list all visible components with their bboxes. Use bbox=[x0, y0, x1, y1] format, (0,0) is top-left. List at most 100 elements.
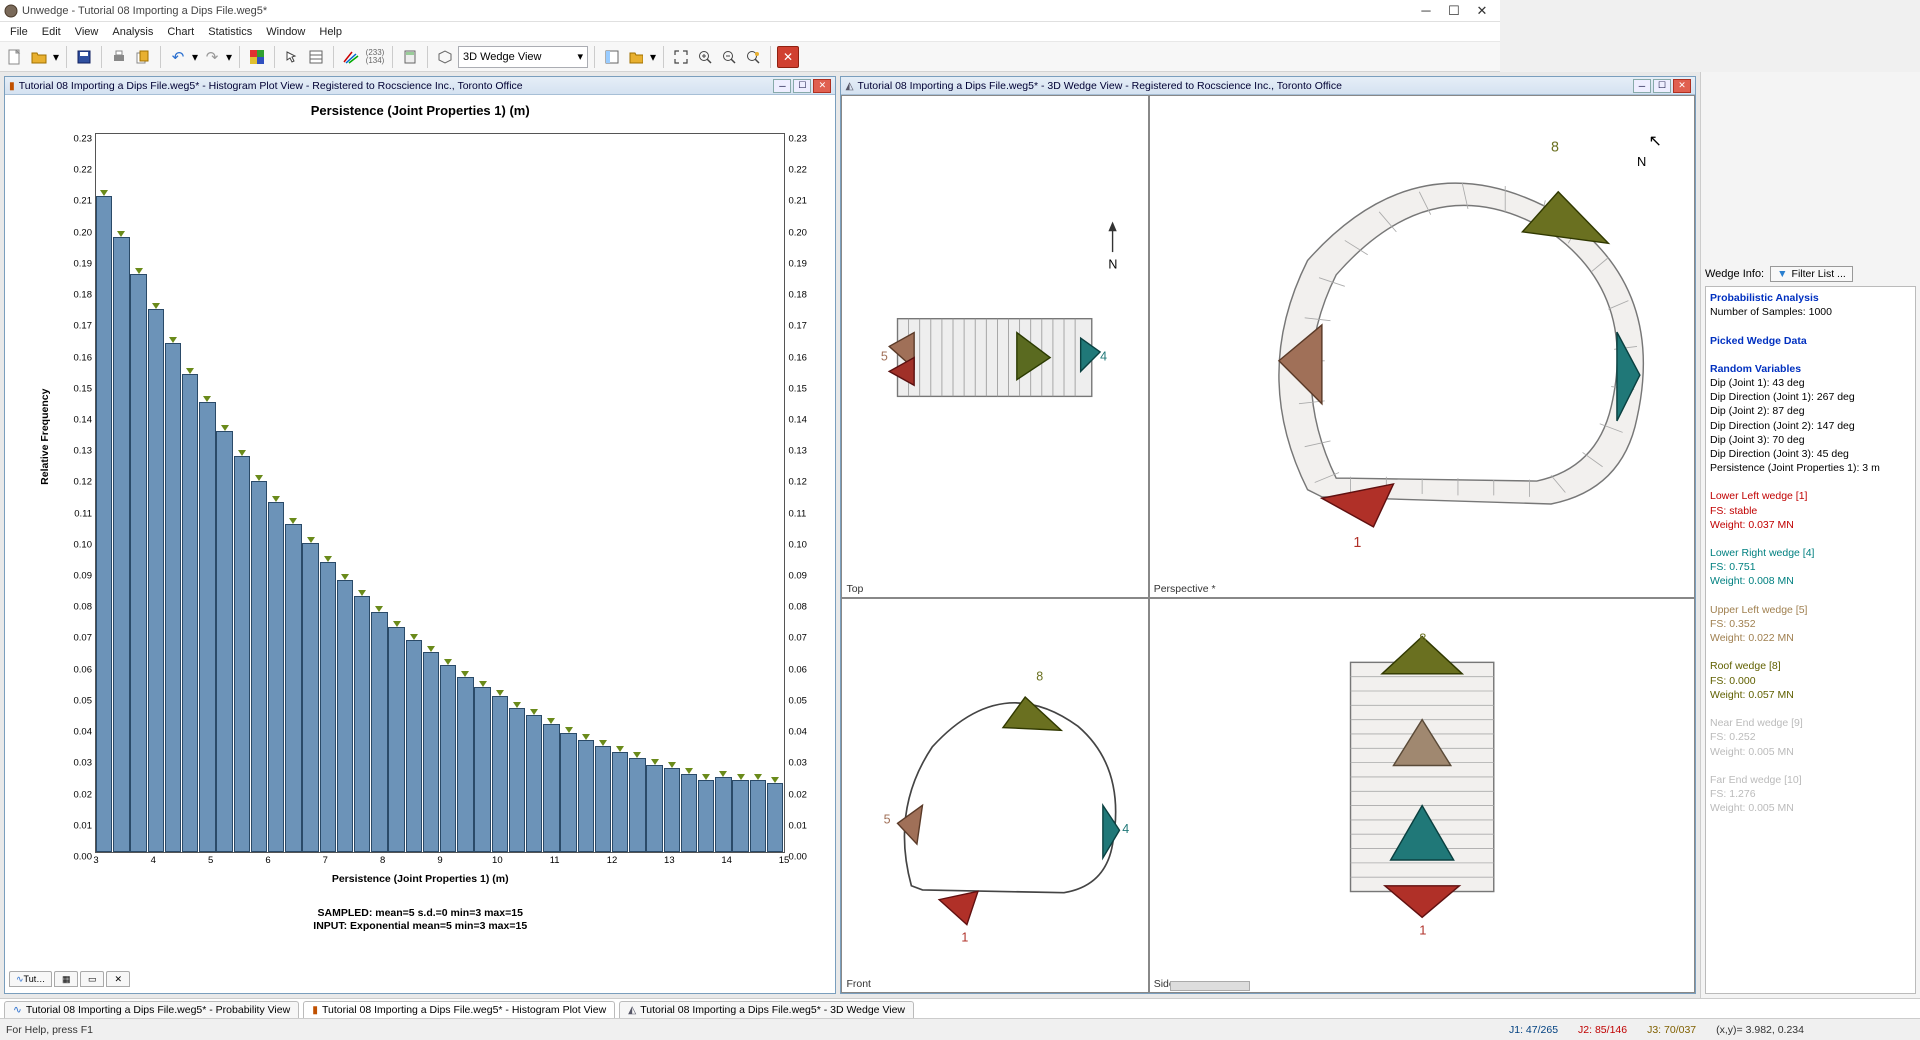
view-selector-combo[interactable]: 3D Wedge View▾ bbox=[458, 46, 588, 68]
stats-count-icon[interactable]: (233)(134) bbox=[364, 46, 386, 68]
panel-left-icon[interactable] bbox=[601, 46, 623, 68]
redo-dropdown-icon[interactable]: ▾ bbox=[225, 46, 233, 68]
table-icon[interactable] bbox=[305, 46, 327, 68]
inner-tab-tutorial[interactable]: ∿ Tut… bbox=[9, 971, 52, 987]
status-bar: For Help, press F1 J1: 47/265 J2: 85/146… bbox=[0, 1018, 1920, 1040]
view-side[interactable]: 8 1 Side bbox=[1149, 598, 1695, 993]
svg-text:8: 8 bbox=[1551, 140, 1559, 156]
inner-tab-tile[interactable]: ▦ bbox=[54, 971, 78, 987]
menu-analysis[interactable]: Analysis bbox=[106, 24, 159, 40]
window-close-button[interactable]: ✕ bbox=[1468, 1, 1496, 21]
app-icon bbox=[4, 4, 18, 18]
doc-tab-probability[interactable]: ∿Tutorial 08 Importing a Dips File.weg5*… bbox=[4, 1001, 299, 1018]
panel-dropdown-icon[interactable]: ▾ bbox=[649, 46, 657, 68]
wedge5-weight: Weight: 0.022 MN bbox=[1710, 631, 1911, 645]
view-top[interactable]: N 5 bbox=[841, 95, 1148, 598]
svg-text:1: 1 bbox=[962, 930, 969, 944]
wedge3d-window-titlebar[interactable]: ◭ Tutorial 08 Importing a Dips File.weg5… bbox=[841, 77, 1695, 95]
mdi-minimize-button[interactable]: ─ bbox=[1633, 79, 1651, 93]
inner-tab-cascade[interactable]: ▭ bbox=[80, 971, 104, 987]
probability-icon: ∿ bbox=[13, 1004, 22, 1016]
new-file-icon[interactable] bbox=[4, 46, 26, 68]
menu-help[interactable]: Help bbox=[313, 24, 348, 40]
save-icon[interactable] bbox=[73, 46, 95, 68]
y-axis-label: Relative Frequency bbox=[39, 389, 51, 485]
histogram-body: Persistence (Joint Properties 1) (m) Rel… bbox=[5, 95, 835, 993]
zoom-target-icon[interactable] bbox=[742, 46, 764, 68]
svg-text:8: 8 bbox=[1419, 630, 1426, 645]
chart-footer-line1: SAMPLED: mean=5 s.d.=0 min=3 max=15 bbox=[13, 907, 827, 920]
histogram-chart: Persistence (Joint Properties 1) (m) Rel… bbox=[13, 103, 827, 963]
window-minimize-button[interactable]: ─ bbox=[1412, 1, 1440, 21]
menu-statistics[interactable]: Statistics bbox=[202, 24, 258, 40]
wedge8-weight: Weight: 0.057 MN bbox=[1710, 688, 1911, 702]
window-title: Unwedge - Tutorial 08 Importing a Dips F… bbox=[22, 5, 1412, 17]
menu-chart[interactable]: Chart bbox=[161, 24, 200, 40]
3d-view-icon[interactable] bbox=[434, 46, 456, 68]
zoom-out-icon[interactable] bbox=[718, 46, 740, 68]
wedge10-name: Far End wedge [10] bbox=[1710, 773, 1911, 787]
histogram-window-titlebar[interactable]: ▮ Tutorial 08 Importing a Dips File.weg5… bbox=[5, 77, 835, 95]
view-front[interactable]: 5 4 8 1 Front bbox=[841, 598, 1148, 993]
view-perspective[interactable]: ↖N bbox=[1149, 95, 1695, 598]
histogram-window: ▮ Tutorial 08 Importing a Dips File.weg5… bbox=[4, 76, 836, 994]
undo-dropdown-icon[interactable]: ▾ bbox=[191, 46, 199, 68]
wedge-info-box: Probabilistic Analysis Number of Samples… bbox=[1705, 286, 1916, 994]
panel-options-icon[interactable] bbox=[625, 46, 647, 68]
status-slider[interactable] bbox=[1170, 981, 1250, 991]
svg-text:8: 8 bbox=[1037, 669, 1044, 683]
joints-icon[interactable] bbox=[340, 46, 362, 68]
window-maximize-button[interactable]: ☐ bbox=[1440, 1, 1468, 21]
probabilistic-header: Probabilistic Analysis bbox=[1710, 291, 1911, 305]
mdi-close-button[interactable]: ✕ bbox=[813, 79, 831, 93]
menu-window[interactable]: Window bbox=[260, 24, 311, 40]
wedge9-name: Near End wedge [9] bbox=[1710, 716, 1911, 730]
svg-text:N: N bbox=[1109, 258, 1118, 272]
wedge3d-window-title: Tutorial 08 Importing a Dips File.weg5* … bbox=[858, 80, 1342, 92]
wedge-info-pane: Wedge Info: ▼ Filter List ... Probabilis… bbox=[1700, 72, 1920, 998]
filter-icon: ▼ bbox=[1777, 268, 1787, 280]
svg-text:N: N bbox=[1637, 154, 1646, 169]
svg-text:4: 4 bbox=[1123, 822, 1130, 836]
wedge1-weight: Weight: 0.037 MN bbox=[1710, 518, 1911, 532]
mdi-close-button[interactable]: ✕ bbox=[1673, 79, 1691, 93]
open-dropdown-icon[interactable]: ▾ bbox=[52, 46, 60, 68]
mdi-area: ▮ Tutorial 08 Importing a Dips File.weg5… bbox=[0, 72, 1700, 998]
calculator-icon[interactable] bbox=[399, 46, 421, 68]
workspace: ▮ Tutorial 08 Importing a Dips File.weg5… bbox=[0, 72, 1920, 998]
rv-line: Dip (Joint 1): 43 deg bbox=[1710, 376, 1911, 390]
doc-tab-3dwedge[interactable]: ◭Tutorial 08 Importing a Dips File.weg5*… bbox=[619, 1001, 914, 1018]
wedge4-weight: Weight: 0.008 MN bbox=[1710, 574, 1911, 588]
wedge3d-window: ◭ Tutorial 08 Importing a Dips File.weg5… bbox=[840, 76, 1696, 994]
mdi-maximize-button[interactable]: ☐ bbox=[793, 79, 811, 93]
mdi-minimize-button[interactable]: ─ bbox=[773, 79, 791, 93]
view-front-label: Front bbox=[846, 978, 871, 990]
grid-color-icon[interactable] bbox=[246, 46, 268, 68]
samples-text: Number of Samples: 1000 bbox=[1710, 305, 1911, 319]
document-tabs: ∿Tutorial 08 Importing a Dips File.weg5*… bbox=[0, 998, 1920, 1018]
print-icon[interactable] bbox=[108, 46, 130, 68]
menu-file[interactable]: File bbox=[4, 24, 34, 40]
wedge3d-body: N 5 bbox=[841, 95, 1695, 993]
menu-view[interactable]: View bbox=[69, 24, 105, 40]
random-variables-header: Random Variables bbox=[1710, 362, 1911, 376]
status-j3: J3: 70/037 bbox=[1637, 1024, 1706, 1036]
undo-icon[interactable]: ↶ bbox=[167, 46, 189, 68]
open-file-icon[interactable] bbox=[28, 46, 50, 68]
redo-icon[interactable]: ↷ bbox=[201, 46, 223, 68]
wedge1-name: Lower Left wedge [1] bbox=[1710, 489, 1911, 503]
svg-text:1: 1 bbox=[1419, 922, 1426, 937]
pointer-icon[interactable] bbox=[281, 46, 303, 68]
chart-window-icon: ▮ bbox=[9, 80, 15, 92]
histogram-icon: ▮ bbox=[312, 1004, 318, 1016]
rv-line: Dip Direction (Joint 2): 147 deg bbox=[1710, 419, 1911, 433]
mdi-maximize-button[interactable]: ☐ bbox=[1653, 79, 1671, 93]
inner-tab-close[interactable]: ✕ bbox=[106, 971, 130, 987]
doc-tab-histogram[interactable]: ▮Tutorial 08 Importing a Dips File.weg5*… bbox=[303, 1001, 615, 1018]
menu-edit[interactable]: Edit bbox=[36, 24, 67, 40]
zoom-in-icon[interactable] bbox=[694, 46, 716, 68]
zoom-extents-icon[interactable] bbox=[670, 46, 692, 68]
filter-list-button[interactable]: ▼ Filter List ... bbox=[1770, 266, 1853, 282]
copy-icon[interactable] bbox=[132, 46, 154, 68]
close-view-icon[interactable]: ✕ bbox=[777, 46, 799, 68]
